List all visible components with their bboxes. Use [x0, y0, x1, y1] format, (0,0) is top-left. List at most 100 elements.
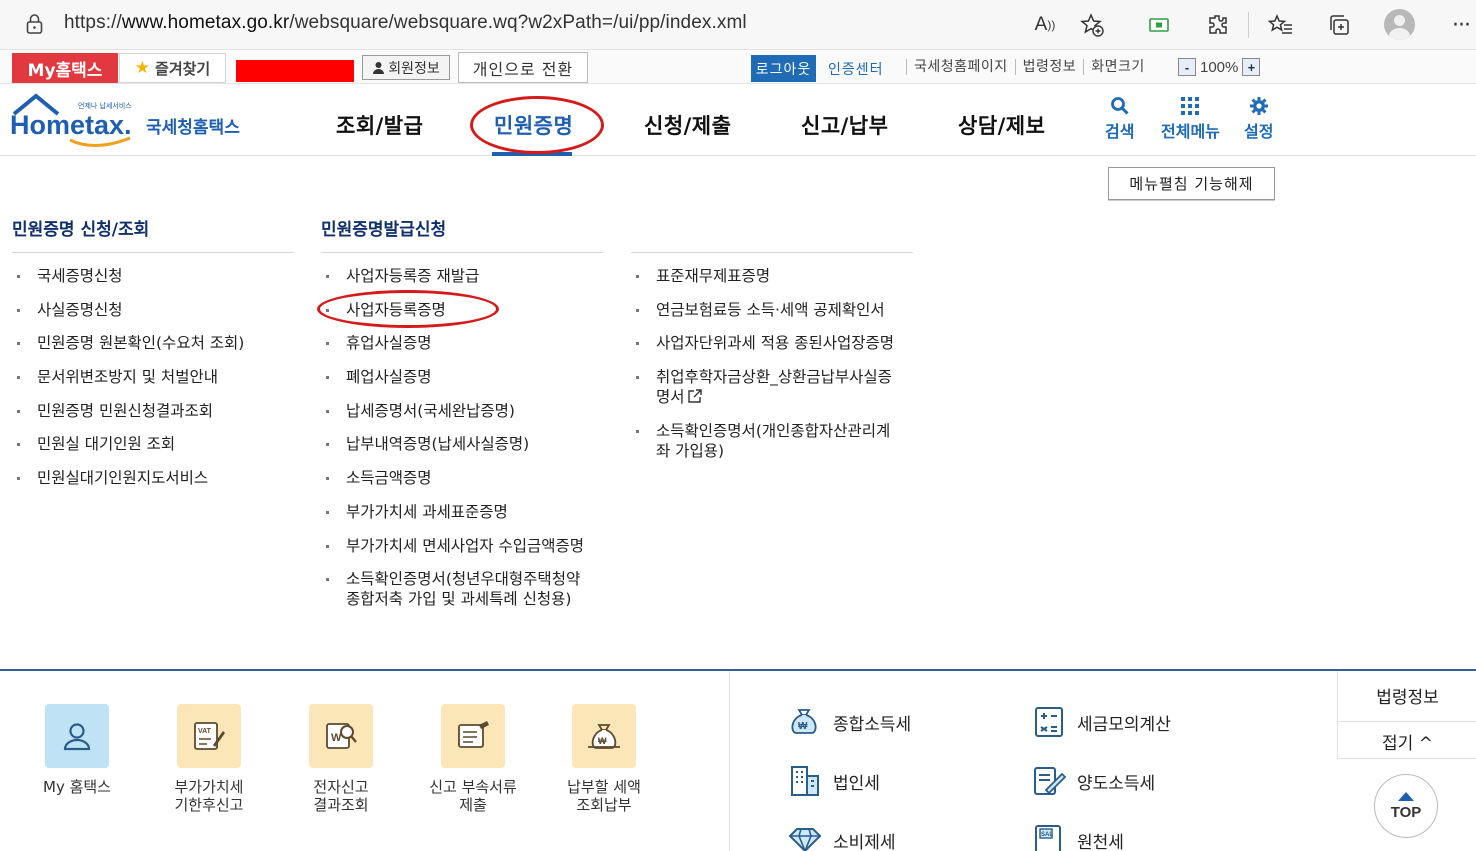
- zoom-level: 100%: [1200, 58, 1239, 76]
- cert-center-link[interactable]: 인증센터: [828, 59, 884, 79]
- logout-button[interactable]: 로그아웃: [751, 55, 816, 82]
- menu-item-line: 소득확인증명서(개인종합자산관리계: [656, 421, 891, 440]
- read-aloud-icon[interactable]: A)): [1030, 10, 1060, 40]
- quick-label: 신고 부속서류 제출: [429, 778, 517, 814]
- menu-item[interactable]: 소득확인증명서(청년우대형주택청약 종합저축 가입 및 과세특례 신청용): [321, 569, 584, 609]
- svg-text:SAL: SAL: [1041, 832, 1053, 838]
- extensions-icon[interactable]: [1203, 10, 1233, 40]
- menu-item[interactable]: 소득금액증명: [321, 468, 584, 488]
- col1-title: 민원증명 신청/조회: [12, 220, 150, 240]
- menu-item[interactable]: 폐업사실증명: [321, 367, 584, 387]
- menu-item[interactable]: 사업자등록증 재발급: [321, 266, 584, 286]
- bottom-section: My 홈택스 VAT 부가가치세 기한후신고 W 전자신고 결과조회 신고 부속서류…: [0, 671, 1476, 851]
- quick-my-hometax[interactable]: My 홈택스: [17, 704, 137, 796]
- tax-link-capital-gains[interactable]: 양도소득세: [1031, 763, 1155, 799]
- member-info-label: 회원정보: [388, 60, 440, 77]
- menu-item[interactable]: 부가가치세 면세사업자 수입금액증명: [321, 536, 584, 556]
- col3-divider: [631, 252, 913, 253]
- menu-item[interactable]: 문서위변조방지 및 처벌안내: [12, 367, 244, 387]
- tax-link-global-income[interactable]: ₩ 종합소득세: [787, 704, 911, 740]
- screen-cast-icon[interactable]: [1144, 10, 1174, 40]
- collections-icon[interactable]: [1324, 10, 1354, 40]
- menu-item[interactable]: 연금보험료등 소득·세액 공제확인서: [631, 300, 894, 320]
- active-tab-indicator: [492, 152, 572, 156]
- menu-item[interactable]: 민원실대기인원지도서비스: [12, 468, 244, 488]
- menu-item[interactable]: 사실증명신청: [12, 300, 244, 320]
- arrow-up-icon: [1398, 791, 1414, 801]
- gnb-report-pay[interactable]: 신고/납부: [801, 110, 888, 140]
- menu-item[interactable]: 표준재무제표증명: [631, 266, 894, 286]
- tax-link-withholding[interactable]: SAL 원천세: [1031, 822, 1124, 851]
- menu-item[interactable]: 국세증명신청: [12, 266, 244, 286]
- tax-link-consumption[interactable]: 소비제세: [787, 822, 896, 851]
- search-label: 검색: [1105, 122, 1135, 141]
- column-separator: [729, 671, 730, 851]
- menu-item-line: 소득확인증명서(청년우대형주택청약: [346, 570, 581, 589]
- tax-link-corporate[interactable]: 법인세: [787, 763, 880, 799]
- gnb-civil-certificate[interactable]: 민원증명: [494, 110, 573, 140]
- gnb-consult-report[interactable]: 상담/제보: [958, 110, 1045, 140]
- quick-e-filing-result[interactable]: W 전자신고 결과조회: [281, 704, 401, 814]
- quick-label: 납부할 세액 조회납부: [567, 778, 641, 814]
- menu-unfold-toggle-button[interactable]: 메뉴펼침 기능해제: [1108, 167, 1275, 200]
- col1-list: 국세증명신청 사실증명신청 민원증명 원본확인(수요처 조회) 문서위변조방지 …: [12, 266, 244, 488]
- all-menu-button[interactable]: 전체메뉴: [1161, 94, 1220, 142]
- side-law-info-link[interactable]: 법령정보: [1338, 683, 1476, 708]
- quick-attachment-submit[interactable]: 신고 부속서류 제출: [413, 704, 533, 814]
- favorites-label: 즐겨찾기: [155, 59, 211, 78]
- gnb-inquiry-issue[interactable]: 조회/발급: [336, 110, 423, 140]
- profile-icon[interactable]: [1384, 9, 1415, 40]
- money-bag-icon: ₩: [572, 704, 636, 768]
- law-info-link[interactable]: 법령정보: [1014, 59, 1084, 75]
- menu-item-business-registration-cert[interactable]: 사업자등록증명: [321, 300, 584, 320]
- menu-item[interactable]: 사업자단위과세 적용 종된사업장증명: [631, 333, 894, 353]
- hometax-logo[interactable]: 언제나 납세서비스 Hometax. 국세청홈택스: [10, 92, 250, 152]
- menu-item-line: 명서: [656, 388, 685, 407]
- menu-item[interactable]: 민원증명 원본확인(수요처 조회): [12, 333, 244, 353]
- more-icon[interactable]: ···: [1446, 10, 1476, 40]
- screen-size-label: 화면크기: [1083, 59, 1152, 75]
- menu-item[interactable]: 납부내역증명(납세사실증명): [321, 434, 584, 454]
- add-favorite-icon[interactable]: [1077, 10, 1107, 40]
- menu-item[interactable]: 민원실 대기인원 조회: [12, 434, 244, 454]
- top-label: TOP: [1390, 803, 1422, 821]
- settings-button[interactable]: 설정: [1244, 94, 1273, 142]
- url-host: www.hometax.go.kr: [121, 12, 290, 33]
- search-button[interactable]: 검색: [1105, 94, 1134, 142]
- menu-item-line: 종합저축 가입 및 과세특례 신청용): [346, 590, 572, 609]
- nts-homepage-link[interactable]: 국세청홈페이지: [906, 59, 1015, 75]
- side-fold-button[interactable]: 접기 ^: [1338, 729, 1476, 754]
- scroll-top-button[interactable]: TOP: [1374, 774, 1438, 838]
- menu-item[interactable]: 소득확인증명서(개인종합자산관리계 좌 가입용): [631, 421, 894, 461]
- quick-vat-late-filing[interactable]: VAT 부가가치세 기한후신고: [149, 704, 269, 814]
- tax-label: 원천세: [1077, 832, 1124, 851]
- address-bar[interactable]: https://www.hometax.go.kr/websquare/webs…: [64, 12, 747, 34]
- zoom-out-button[interactable]: -: [1178, 58, 1196, 76]
- redacted-user-name: [236, 60, 354, 82]
- svg-text:VAT: VAT: [198, 728, 212, 735]
- quick-label: My 홈택스: [43, 778, 111, 796]
- menu-item[interactable]: 부가가치세 과세표준증명: [321, 502, 584, 522]
- menu-item-line: 좌 가입용): [656, 441, 725, 460]
- vat-document-icon: VAT: [177, 704, 241, 768]
- tax-label: 종합소득세: [833, 714, 912, 735]
- external-link-icon: [687, 389, 702, 403]
- favorites-button[interactable]: ★ 즐겨찾기: [119, 53, 226, 83]
- tax-link-simulation[interactable]: 세금모의계산: [1031, 704, 1171, 740]
- document-sign-icon: [1031, 763, 1067, 799]
- menu-item[interactable]: 민원증명 민원신청결과조회: [12, 401, 244, 421]
- menu-item[interactable]: 납세증명서(국세완납증명): [321, 401, 584, 421]
- menu-item[interactable]: 취업후학자금상환_상환금납부사실증 명서: [631, 367, 894, 407]
- gnb-apply-submit[interactable]: 신청/제출: [644, 110, 731, 140]
- switch-to-personal-button[interactable]: 개인으로 전환: [458, 52, 588, 83]
- favorites-icon[interactable]: [1266, 10, 1296, 40]
- quick-tax-payment[interactable]: ₩ 납부할 세액 조회납부: [544, 704, 664, 814]
- person-icon: [373, 61, 385, 74]
- member-info-button[interactable]: 회원정보: [362, 55, 450, 80]
- my-hometax-button[interactable]: My홈택스: [12, 53, 118, 83]
- lock-icon[interactable]: [26, 13, 43, 35]
- menu-item[interactable]: 휴업사실증명: [321, 333, 584, 353]
- logo-sub-text: 국세청홈택스: [146, 117, 240, 138]
- zoom-in-button[interactable]: +: [1242, 58, 1261, 76]
- svg-text:₩: ₩: [798, 721, 808, 732]
